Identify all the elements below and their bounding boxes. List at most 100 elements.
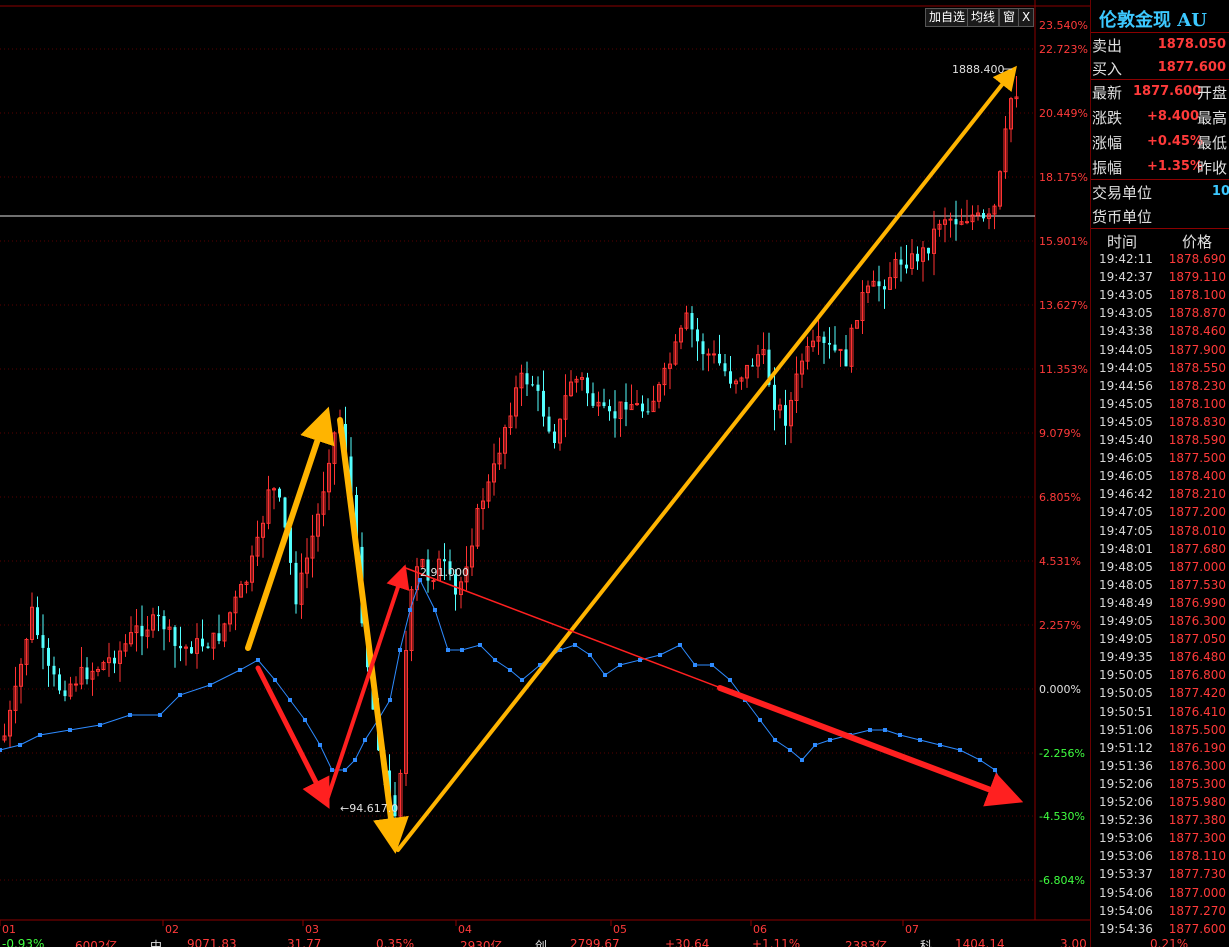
tick-row: 19:52:06 1875.980 (1091, 793, 1229, 811)
index-point (520, 678, 524, 682)
tick-row: 19:52:36 1877.380 (1091, 811, 1229, 829)
candle-down (113, 657, 116, 664)
tick-price: 1877.600 (1168, 921, 1226, 936)
tick-row: 19:45:05 1878.830 (1091, 413, 1229, 431)
tick-price: 1877.270 (1168, 903, 1226, 918)
candle-up (74, 683, 78, 686)
pct-axis-label: 15.901% (1039, 235, 1088, 248)
candle-down (927, 247, 930, 254)
window-button[interactable]: 窗 (999, 8, 1020, 27)
index-point (938, 743, 942, 747)
last-value: 1877.600 (1133, 84, 1202, 99)
ticker-item: 2383亿 (845, 939, 888, 947)
ticker-item: 9071.83 (187, 937, 237, 947)
candle-down (201, 638, 204, 647)
candle-down (641, 403, 644, 412)
currency-label: 货币单位 (1092, 208, 1153, 226)
tick-price: 1878.690 (1168, 252, 1226, 266)
candle-down (206, 646, 210, 649)
tick-time: 19:46:42 (1099, 487, 1153, 502)
candle-down (294, 562, 298, 605)
index-point (898, 733, 902, 737)
pct-axis-label: 11.353% (1039, 363, 1088, 376)
index-point (493, 658, 497, 662)
ticker-item: -0.93% (2, 937, 45, 947)
candlestick-chart[interactable]: 23.540% 22.723% 20.449% 18.175% 15.901% 13.62… (0, 0, 1090, 947)
candle-down (162, 616, 166, 630)
index-point (273, 678, 277, 682)
tick-price: 1878.590 (1168, 433, 1226, 447)
tick-time: 19:50:51 (1099, 704, 1153, 719)
amp-value: +1.35% (1147, 159, 1203, 174)
tick-row: 19:48:49 1876.990 (1091, 594, 1229, 612)
open-label: 开盘 (1197, 84, 1228, 102)
tick-row: 19:48:05 1877.530 (1091, 576, 1229, 594)
index-point (813, 743, 817, 747)
index-point (408, 608, 412, 612)
candle-down (283, 497, 287, 528)
candle-up (965, 221, 969, 224)
arrow-red-down-2 (717, 685, 1024, 807)
close-button[interactable]: X (1018, 8, 1035, 27)
ticker-item: 6002亿 (75, 939, 118, 947)
buy-value: 1877.600 (1157, 60, 1226, 75)
candle-down (217, 633, 221, 641)
index-point (178, 693, 182, 697)
tick-price: 1877.900 (1168, 342, 1226, 357)
index-point (573, 643, 577, 647)
tick-time: 19:53:37 (1099, 867, 1153, 882)
tick-price: 1877.500 (1168, 451, 1226, 466)
pct-axis-label: 4.531% (1039, 555, 1081, 568)
tick-row: 19:49:05 1877.050 (1091, 630, 1229, 648)
tick-price: 1875.500 (1168, 722, 1226, 737)
tick-price: 1876.800 (1168, 668, 1226, 683)
pct-axis-label: 13.627% (1039, 299, 1088, 312)
candle-down (784, 405, 787, 426)
tick-price: 1878.830 (1168, 414, 1226, 429)
candle-down (278, 488, 281, 498)
index-point (343, 768, 347, 772)
tick-time: 19:52:36 (1099, 813, 1153, 828)
tick-time: 19:53:06 (1099, 831, 1153, 846)
unit-value: 10 (1211, 184, 1229, 199)
candle-down (723, 363, 727, 372)
index-point (388, 698, 392, 702)
tick-row: 19:51:06 1875.500 (1091, 721, 1229, 739)
index-point (678, 643, 682, 647)
arrow-yellow-up-1 (245, 406, 335, 651)
x-axis-label: 02 (165, 923, 179, 936)
index-point (758, 718, 762, 722)
ticker-item: 中 (150, 939, 163, 947)
pct-label: 涨幅 (1092, 134, 1123, 152)
tick-time: 19:48:05 (1099, 559, 1153, 574)
ticker-item: 0.21% (1150, 937, 1189, 947)
tick-time: 19:45:40 (1099, 433, 1153, 447)
index-point (303, 718, 307, 722)
ticker-item: 3.00 (1060, 937, 1087, 947)
index-point (918, 738, 922, 742)
pct-axis-label: 6.805% (1039, 491, 1081, 504)
tick-row: 19:42:37 1879.110 (1091, 268, 1229, 286)
pct-axis-label: 18.175% (1039, 171, 1088, 184)
index-point (658, 653, 662, 657)
index-point (828, 738, 832, 742)
candle-down (36, 607, 39, 636)
add-watchlist-button[interactable]: 加自选 (925, 8, 970, 27)
tick-price: 1875.980 (1168, 795, 1226, 809)
amp-row: 振幅 +1.35% 昨收 (1091, 155, 1229, 179)
moving-average-button[interactable]: 均线 (967, 8, 1000, 27)
tick-row: 19:52:06 1875.300 (1091, 775, 1229, 793)
index-point (363, 738, 367, 742)
tick-time: 19:50:05 (1099, 686, 1153, 701)
candle-down (157, 614, 160, 617)
tick-row: 19:51:12 1876.190 (1091, 739, 1229, 757)
index-point (868, 728, 872, 732)
price-header: 价格 (1182, 233, 1213, 251)
candle-down (525, 373, 529, 385)
arrow-red-down-1 (255, 665, 330, 809)
index-point (330, 768, 334, 772)
chart-area[interactable]: 23.540% 22.723% 20.449% 18.175% 15.901% 13.62… (0, 0, 1090, 947)
tick-price: 1879.110 (1168, 270, 1226, 285)
tick-time: 19:44:05 (1099, 360, 1153, 375)
tick-price: 1876.990 (1168, 595, 1226, 610)
